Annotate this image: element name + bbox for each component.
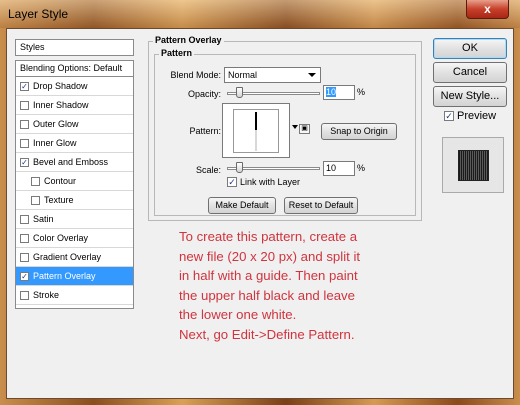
style-item-stroke[interactable]: Stroke: [16, 286, 133, 305]
layer-style-window: Layer Style x Styles Blending Options: D…: [0, 0, 520, 405]
style-item-gradient-overlay[interactable]: Gradient Overlay: [16, 248, 133, 267]
style-item-contour[interactable]: Contour: [16, 172, 133, 191]
style-checkbox[interactable]: ✓: [20, 272, 29, 281]
instruction-note-line: the upper half black and leave: [179, 287, 355, 303]
style-item-satin[interactable]: Satin: [16, 210, 133, 229]
style-item-drop-shadow[interactable]: ✓ Drop Shadow: [16, 77, 133, 96]
style-list: ✓ Drop Shadow Inner Shadow Outer Glow Inner …: [15, 77, 134, 309]
style-item-label: Outer Glow: [33, 119, 79, 129]
close-button[interactable]: x: [466, 0, 509, 19]
style-item-label: Stroke: [33, 290, 60, 300]
title-bar[interactable]: Layer Style x: [0, 0, 520, 28]
opacity-slider-thumb[interactable]: [235, 87, 243, 98]
instruction-note: To create this pattern, create a new file…: [179, 227, 419, 344]
style-item-label: Inner Shadow: [33, 100, 89, 110]
new-style-button[interactable]: New Style...: [433, 86, 507, 107]
blend-mode-select[interactable]: Normal: [224, 67, 321, 83]
link-with-layer-label: Link with Layer: [240, 177, 301, 187]
pattern-swatch: [233, 109, 279, 153]
style-item-label: Bevel and Emboss: [33, 157, 109, 167]
style-preview: [442, 137, 504, 193]
snap-to-origin-button[interactable]: Snap to Origin: [321, 123, 397, 140]
opacity-unit: %: [357, 87, 366, 97]
style-item-label: Drop Shadow: [33, 81, 88, 91]
preview-checkbox[interactable]: ✓: [444, 111, 454, 121]
styles-header[interactable]: Styles: [15, 39, 134, 56]
dialog-body: Styles Blending Options: Default ✓ Drop S…: [6, 28, 514, 399]
style-checkbox[interactable]: [31, 177, 40, 186]
cancel-button[interactable]: Cancel: [433, 62, 507, 83]
instruction-note-line: Next, go Edit->Define Pattern.: [179, 326, 355, 342]
style-checkbox[interactable]: [20, 139, 29, 148]
instruction-note-line: in half with a guide. Then paint: [179, 268, 358, 283]
pattern-black-half: [255, 112, 257, 130]
make-default-button[interactable]: Make Default: [208, 197, 276, 214]
pattern-overlay-group-title: Pattern Overlay: [153, 35, 224, 45]
style-item-label: Texture: [44, 195, 74, 205]
preview-label: Preview: [457, 110, 497, 122]
scale-slider-thumb[interactable]: [235, 162, 243, 173]
style-checkbox[interactable]: [20, 101, 29, 110]
instruction-note-line: new file (20 x 20 px) and split it: [179, 248, 361, 264]
style-item-label: Color Overlay: [33, 233, 89, 243]
style-checkbox[interactable]: [20, 253, 29, 262]
scale-label: Scale:: [195, 165, 221, 175]
pattern-group-title: Pattern: [159, 48, 195, 58]
pattern-dropdown-icon[interactable]: [292, 125, 298, 129]
style-item-inner-shadow[interactable]: Inner Shadow: [16, 96, 133, 115]
style-checkbox[interactable]: ✓: [20, 158, 29, 167]
style-preview-thumbnail: [458, 150, 489, 181]
pattern-label: Pattern:: [189, 126, 221, 136]
style-checkbox[interactable]: [20, 120, 29, 129]
blend-mode-label: Blend Mode:: [170, 70, 221, 80]
style-checkbox[interactable]: ✓: [20, 82, 29, 91]
style-checkbox[interactable]: [20, 234, 29, 243]
blend-mode-value: Normal: [228, 70, 258, 80]
style-item-label: Gradient Overlay: [33, 252, 102, 262]
link-with-layer-checkbox[interactable]: ✓: [227, 177, 237, 187]
scale-value: 10: [326, 163, 337, 173]
style-item-label: Inner Glow: [33, 138, 77, 148]
style-item-color-overlay[interactable]: Color Overlay: [16, 229, 133, 248]
opacity-value: 10: [326, 87, 337, 97]
opacity-label: Opacity:: [187, 89, 221, 99]
opacity-input[interactable]: 10: [323, 85, 355, 100]
instruction-note-line: the lower one white.: [179, 307, 297, 322]
new-pattern-preset-icon[interactable]: ▣: [299, 124, 310, 134]
style-item-label: Contour: [44, 176, 77, 186]
style-item-pattern-overlay[interactable]: ✓ Pattern Overlay: [16, 267, 133, 286]
instruction-note-line: To create this pattern, create a: [179, 229, 358, 244]
style-checkbox[interactable]: [20, 291, 29, 300]
scale-unit: %: [357, 163, 366, 173]
style-item-texture[interactable]: Texture: [16, 191, 133, 210]
style-checkbox[interactable]: [31, 196, 40, 205]
style-item-inner-glow[interactable]: Inner Glow: [16, 134, 133, 153]
blending-options-item[interactable]: Blending Options: Default: [15, 60, 134, 77]
ok-button[interactable]: OK: [433, 38, 507, 59]
style-item-bevel-and-emboss[interactable]: ✓ Bevel and Emboss: [16, 153, 133, 172]
scale-input[interactable]: 10: [323, 161, 355, 176]
window-title: Layer Style: [8, 7, 69, 21]
style-item-outer-glow[interactable]: Outer Glow: [16, 115, 133, 134]
style-item-label: Pattern Overlay: [33, 271, 96, 281]
style-item-label: Satin: [33, 214, 54, 224]
pattern-picker[interactable]: [222, 103, 290, 158]
pattern-white-half: [255, 130, 257, 151]
chevron-down-icon: [308, 73, 316, 77]
reset-to-default-button[interactable]: Reset to Default: [284, 197, 358, 214]
style-checkbox[interactable]: [20, 215, 29, 224]
